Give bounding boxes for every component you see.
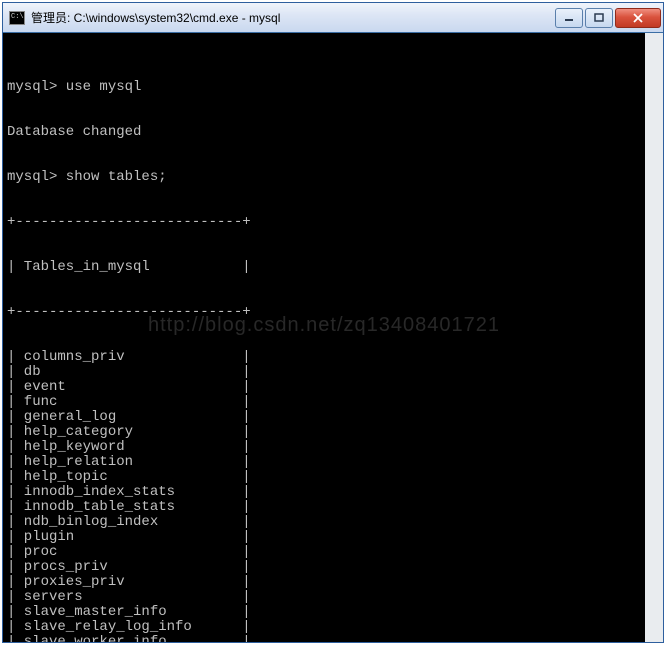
table-row: | proc | — [7, 545, 641, 560]
table-row: | slave_relay_log_info | — [7, 620, 641, 635]
table-header: | Tables_in_mysql | — [7, 260, 641, 275]
table-row: | event | — [7, 380, 641, 395]
maximize-button[interactable] — [585, 8, 613, 28]
prompt-line: mysql> show tables; — [7, 170, 641, 185]
minimize-button[interactable] — [555, 8, 583, 28]
table-row: | func | — [7, 395, 641, 410]
cmd-icon — [9, 11, 25, 25]
table-row: | ndb_binlog_index | — [7, 515, 641, 530]
minimize-icon — [564, 13, 574, 23]
table-row: | help_topic | — [7, 470, 641, 485]
table-row: | plugin | — [7, 530, 641, 545]
window-frame: 管理员: C:\windows\system32\cmd.exe - mysql… — [2, 2, 664, 643]
maximize-icon — [594, 13, 604, 23]
table-row: | db | — [7, 365, 641, 380]
window-title: 管理员: C:\windows\system32\cmd.exe - mysql — [31, 9, 555, 26]
table-row: | help_relation | — [7, 455, 641, 470]
table-row: | proxies_priv | — [7, 575, 641, 590]
titlebar[interactable]: 管理员: C:\windows\system32\cmd.exe - mysql — [3, 3, 663, 33]
close-button[interactable] — [615, 8, 661, 28]
output-line: Database changed — [7, 125, 641, 140]
table-row: | slave_worker_info | — [7, 635, 641, 642]
table-border: +---------------------------+ — [7, 215, 641, 230]
table-border: +---------------------------+ — [7, 305, 641, 320]
close-icon — [632, 13, 644, 23]
table-row: | general_log | — [7, 410, 641, 425]
table-row: | procs_priv | — [7, 560, 641, 575]
table-row: | columns_priv | — [7, 350, 641, 365]
window-buttons — [555, 8, 661, 28]
table-row: | innodb_table_stats | — [7, 500, 641, 515]
table-row: | innodb_index_stats | — [7, 485, 641, 500]
table-row: | servers | — [7, 590, 641, 605]
prompt-line: mysql> use mysql — [7, 80, 641, 95]
table-row: | slave_master_info | — [7, 605, 641, 620]
terminal-area[interactable]: http://blog.csdn.net/zq13408401721 mysql… — [3, 33, 663, 642]
table-row: | help_category | — [7, 425, 641, 440]
table-row: | help_keyword | — [7, 440, 641, 455]
